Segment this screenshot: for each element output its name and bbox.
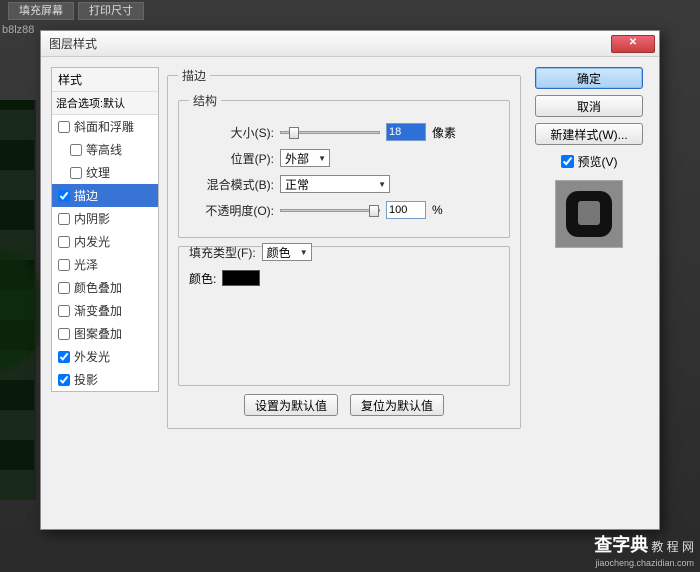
- checkbox[interactable]: [70, 167, 82, 179]
- style-label: 图案叠加: [74, 325, 122, 342]
- structure-title: 结构: [189, 92, 221, 109]
- structure-group: 结构 大小(S): 像素 位置(P): 外部 混合模式(B): 正常: [178, 92, 510, 238]
- color-label: 颜色:: [189, 270, 216, 287]
- reset-default-button[interactable]: 复位为默认值: [350, 394, 444, 416]
- opacity-label: 不透明度(O):: [189, 202, 274, 219]
- watermark-sub: 教 程 网: [651, 540, 694, 554]
- select-value: 外部: [285, 150, 309, 167]
- settings-column: 描边 结构 大小(S): 像素 位置(P): 外部 混合模式(B):: [167, 67, 521, 519]
- checkbox[interactable]: [58, 328, 70, 340]
- checkbox[interactable]: [58, 190, 70, 202]
- blend-mode-label: 混合模式(B):: [189, 176, 274, 193]
- checkbox[interactable]: [58, 305, 70, 317]
- ok-button[interactable]: 确定: [535, 67, 643, 89]
- blend-options-header[interactable]: 混合选项:默认: [52, 92, 158, 115]
- watermark-main: 查字典: [594, 535, 648, 555]
- opacity-slider[interactable]: [280, 209, 380, 212]
- checkbox[interactable]: [70, 144, 82, 156]
- style-item-gradient-overlay[interactable]: 渐变叠加: [52, 299, 158, 322]
- styles-header[interactable]: 样式: [52, 68, 158, 92]
- style-label: 等高线: [86, 141, 122, 158]
- filltype-select[interactable]: 颜色: [262, 243, 312, 261]
- style-item-contour[interactable]: 等高线: [52, 138, 158, 161]
- size-unit: 像素: [432, 124, 456, 141]
- position-label: 位置(P):: [189, 150, 274, 167]
- dialog-content: 样式 混合选项:默认 斜面和浮雕 等高线 纹理 描边 内阴影 内发光 光泽 颜色…: [41, 57, 659, 529]
- checkbox[interactable]: [58, 259, 70, 271]
- style-item-inner-shadow[interactable]: 内阴影: [52, 207, 158, 230]
- document-tab[interactable]: b8lz88: [2, 24, 34, 36]
- preview-checkbox[interactable]: [561, 155, 574, 168]
- opacity-row: 不透明度(O): %: [189, 199, 499, 221]
- preview-thumbnail: [555, 180, 623, 248]
- slider-thumb[interactable]: [369, 205, 379, 217]
- preview-toggle[interactable]: 预览(V): [561, 153, 618, 170]
- titlebar[interactable]: 图层样式 ✕: [41, 31, 659, 57]
- stroke-group-title: 描边: [178, 67, 210, 84]
- watermark: 查字典 教 程 网 jiaocheng.chazidian.com: [594, 535, 694, 570]
- style-item-drop-shadow[interactable]: 投影: [52, 368, 158, 391]
- style-label: 描边: [74, 187, 98, 204]
- style-label: 投影: [74, 371, 98, 388]
- opacity-input[interactable]: [386, 201, 426, 219]
- checkbox[interactable]: [58, 213, 70, 225]
- fill-group: 填充类型(F): 颜色 颜色:: [178, 246, 510, 386]
- position-select[interactable]: 外部: [280, 149, 330, 167]
- opacity-unit: %: [432, 203, 443, 217]
- style-item-stroke[interactable]: 描边: [52, 184, 158, 207]
- size-label: 大小(S):: [189, 124, 274, 141]
- canvas-background: [0, 100, 36, 500]
- position-row: 位置(P): 外部: [189, 147, 499, 169]
- default-buttons: 设置为默认值 复位为默认值: [178, 394, 510, 416]
- filltype-label: 填充类型(F):: [189, 244, 256, 261]
- layer-style-dialog: 图层样式 ✕ 样式 混合选项:默认 斜面和浮雕 等高线 纹理 描边 内阴影 内发…: [40, 30, 660, 530]
- checkbox[interactable]: [58, 121, 70, 133]
- fill-screen-button[interactable]: 填充屏幕: [8, 2, 74, 20]
- print-size-button[interactable]: 打印尺寸: [78, 2, 144, 20]
- action-column: 确定 取消 新建样式(W)... 预览(V): [529, 67, 649, 519]
- style-label: 斜面和浮雕: [74, 118, 134, 135]
- style-item-inner-glow[interactable]: 内发光: [52, 230, 158, 253]
- set-default-button[interactable]: 设置为默认值: [244, 394, 338, 416]
- style-item-texture[interactable]: 纹理: [52, 161, 158, 184]
- preview-label: 预览(V): [578, 153, 618, 170]
- style-label: 渐变叠加: [74, 302, 122, 319]
- style-item-pattern-overlay[interactable]: 图案叠加: [52, 322, 158, 345]
- style-label: 内发光: [74, 233, 110, 250]
- top-toolbar: 填充屏幕 打印尺寸: [0, 0, 700, 22]
- checkbox[interactable]: [58, 374, 70, 386]
- size-slider[interactable]: [280, 131, 380, 134]
- checkbox[interactable]: [58, 236, 70, 248]
- color-swatch[interactable]: [222, 270, 260, 286]
- color-row: 颜色:: [189, 267, 499, 289]
- new-style-button[interactable]: 新建样式(W)...: [535, 123, 643, 145]
- select-value: 颜色: [267, 244, 291, 261]
- style-item-bevel[interactable]: 斜面和浮雕: [52, 115, 158, 138]
- style-label: 光泽: [74, 256, 98, 273]
- style-label: 外发光: [74, 348, 110, 365]
- size-row: 大小(S): 像素: [189, 121, 499, 143]
- checkbox[interactable]: [58, 282, 70, 294]
- watermark-url: jiaocheng.chazidian.com: [595, 558, 694, 568]
- blend-mode-select[interactable]: 正常: [280, 175, 390, 193]
- style-label: 颜色叠加: [74, 279, 122, 296]
- style-label: 纹理: [86, 164, 110, 181]
- select-value: 正常: [285, 176, 309, 193]
- preview-icon: [562, 187, 616, 241]
- styles-column: 样式 混合选项:默认 斜面和浮雕 等高线 纹理 描边 内阴影 内发光 光泽 颜色…: [51, 67, 159, 519]
- style-label: 内阴影: [74, 210, 110, 227]
- styles-list: 样式 混合选项:默认 斜面和浮雕 等高线 纹理 描边 内阴影 内发光 光泽 颜色…: [51, 67, 159, 392]
- size-input[interactable]: [386, 123, 426, 141]
- slider-thumb[interactable]: [289, 127, 299, 139]
- stroke-group: 描边 结构 大小(S): 像素 位置(P): 外部 混合模式(B):: [167, 67, 521, 429]
- close-button[interactable]: ✕: [611, 35, 655, 53]
- cancel-button[interactable]: 取消: [535, 95, 643, 117]
- filltype-row: 填充类型(F): 颜色: [189, 241, 499, 263]
- checkbox[interactable]: [58, 351, 70, 363]
- blend-mode-row: 混合模式(B): 正常: [189, 173, 499, 195]
- style-item-color-overlay[interactable]: 颜色叠加: [52, 276, 158, 299]
- style-item-outer-glow[interactable]: 外发光: [52, 345, 158, 368]
- dialog-title: 图层样式: [49, 35, 611, 52]
- style-item-satin[interactable]: 光泽: [52, 253, 158, 276]
